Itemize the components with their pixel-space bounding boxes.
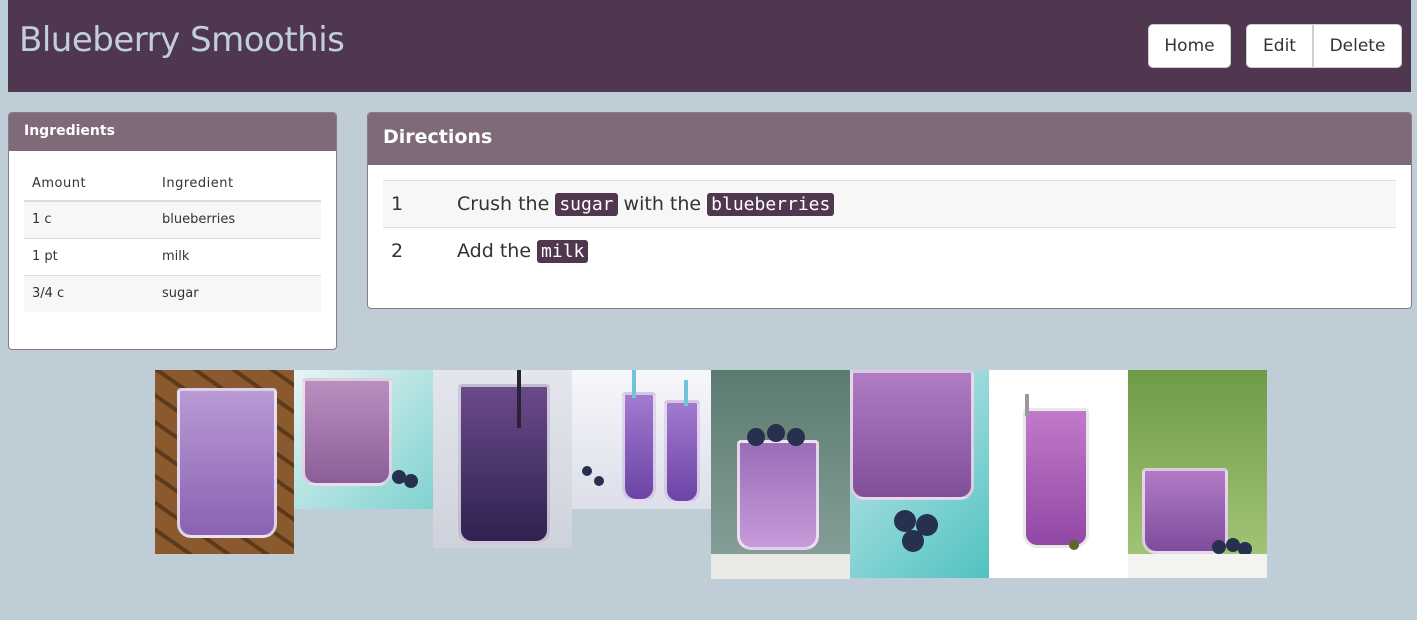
ingredients-heading: Ingredients: [9, 113, 336, 151]
step-text-part: Crush the: [457, 193, 556, 215]
home-button[interactable]: Home: [1148, 24, 1231, 68]
table-row: 3/4 c sugar: [24, 274, 321, 312]
step-text-part: Add the: [457, 240, 538, 263]
ingredients-table: Amount Ingredient 1 c blueberries 1 pt m…: [24, 169, 321, 312]
edit-button[interactable]: Edit: [1246, 24, 1313, 68]
delete-button[interactable]: Delete: [1313, 24, 1402, 68]
ingredient-tag: blueberries: [707, 193, 835, 216]
step-text: Crush the sugar with the blueberries: [449, 180, 1396, 228]
ingredient-cell: sugar: [154, 274, 321, 312]
directions-heading: Directions: [368, 113, 1411, 165]
direction-step: 2 Add the milk: [383, 227, 1396, 275]
amount-cell: 1 c: [24, 200, 154, 238]
smoothie-photo[interactable]: [572, 370, 711, 509]
table-row: 1 c blueberries: [24, 200, 321, 238]
step-text: Add the milk: [449, 227, 1396, 275]
step-text-part: with the: [617, 193, 708, 215]
app-title[interactable]: Blueberry Smoothis: [19, 20, 345, 60]
direction-step: 1 Crush the sugar with the blueberries: [383, 180, 1396, 228]
smoothie-photo[interactable]: [850, 370, 989, 578]
ingredient-tag: sugar: [555, 193, 618, 216]
amount-column-header: Amount: [24, 169, 154, 202]
smoothie-photo[interactable]: [155, 370, 294, 554]
directions-table: 1 Crush the sugar with the blueberries 2…: [383, 180, 1396, 275]
step-number: 2: [383, 227, 449, 275]
smoothie-photo[interactable]: [711, 370, 850, 579]
ingredient-column-header: Ingredient: [154, 169, 321, 202]
smoothie-photo[interactable]: [294, 370, 433, 509]
smoothie-photo[interactable]: [433, 370, 572, 548]
amount-cell: 3/4 c: [24, 274, 154, 312]
step-number: 1: [383, 180, 449, 228]
directions-panel: Directions 1 Crush the sugar with the bl…: [367, 112, 1412, 309]
navbar: Blueberry Smoothis Home Edit Delete: [8, 0, 1411, 92]
ingredient-cell: blueberries: [154, 200, 321, 238]
table-row: 1 pt milk: [24, 237, 321, 275]
ingredient-cell: milk: [154, 237, 321, 275]
smoothie-photo[interactable]: [1128, 370, 1267, 578]
ingredients-panel: Ingredients Amount Ingredient 1 c bluebe…: [8, 112, 337, 350]
amount-cell: 1 pt: [24, 237, 154, 275]
ingredient-tag: milk: [537, 240, 589, 264]
smoothie-photo[interactable]: [989, 370, 1128, 578]
